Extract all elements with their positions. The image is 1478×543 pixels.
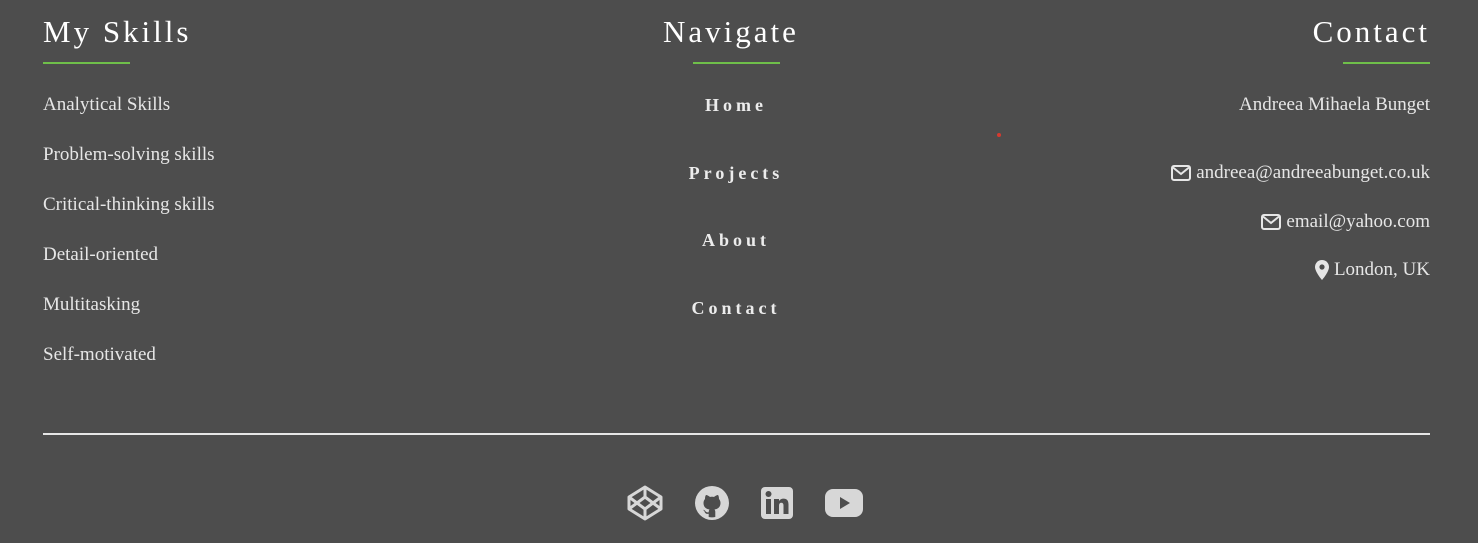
youtube-icon[interactable] (824, 488, 864, 518)
nav-link-about[interactable]: About (702, 230, 770, 250)
github-icon[interactable] (694, 485, 730, 521)
skill-item: Critical-thinking skills (43, 194, 215, 215)
contact-heading-underline (1343, 62, 1430, 64)
codepen-icon[interactable] (626, 484, 664, 522)
nav-link-home[interactable]: Home (705, 95, 767, 115)
contact-location: London, UK (1314, 257, 1430, 283)
contact-email-primary: andreea@andreeabunget.co.uk (1196, 162, 1430, 183)
contact-heading: Contact (1312, 14, 1430, 49)
skills-heading-underline (43, 62, 130, 64)
contact-name: Andreea Mihaela Bunget (1239, 94, 1430, 115)
skill-item: Detail-oriented (43, 244, 159, 265)
skill-item: Self-motivated (43, 344, 156, 365)
navigate-heading: Navigate (663, 14, 799, 49)
map-marker-icon (1314, 260, 1329, 280)
nav-link-contact[interactable]: Contact (692, 298, 781, 318)
skill-item: Analytical Skills (43, 94, 171, 115)
linkedin-icon[interactable] (760, 486, 794, 520)
cursor-dot (997, 133, 1001, 137)
navigate-heading-underline (693, 62, 780, 64)
social-links (626, 484, 864, 522)
skill-item: Multitasking (43, 294, 141, 315)
skill-item: Problem-solving skills (43, 144, 215, 165)
footer-divider (43, 433, 1430, 435)
contact-email-primary-link[interactable]: andreea@andreeabunget.co.uk (1171, 160, 1430, 186)
skills-list: Analytical Skills Problem-solving skills… (43, 92, 215, 392)
contact-email-secondary: email@yahoo.com (1286, 211, 1430, 232)
contact-details: Andreea Mihaela Bunget andreea@andreeabu… (1171, 92, 1430, 288)
skills-heading: My Skills (43, 14, 192, 49)
envelope-icon (1261, 214, 1282, 230)
footer-nav: Home Projects About Contact (636, 92, 836, 362)
envelope-icon (1171, 165, 1192, 181)
contact-email-secondary-link[interactable]: email@yahoo.com (1261, 209, 1430, 235)
nav-link-projects[interactable]: Projects (689, 163, 784, 183)
contact-location-text: London, UK (1333, 259, 1430, 280)
